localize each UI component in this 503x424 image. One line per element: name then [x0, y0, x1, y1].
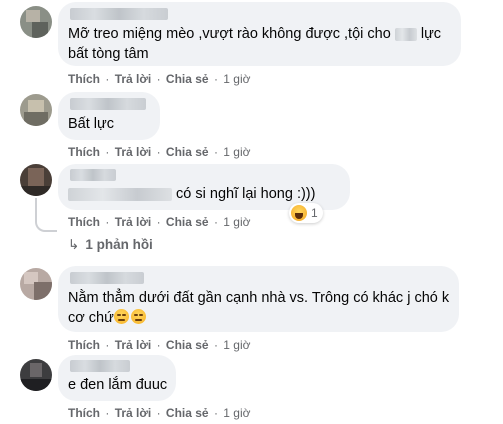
comment-actions: Thích · Trả lời · Chia sẻ · 1 giờ: [68, 72, 251, 86]
avatar[interactable]: [20, 359, 52, 391]
share-link[interactable]: Chia sẻ: [166, 72, 209, 86]
reply-link[interactable]: Trả lời: [115, 406, 152, 420]
reply-link[interactable]: Trả lời: [115, 145, 152, 159]
comment-text: e đen lắm đuuc: [68, 377, 168, 393]
timestamp[interactable]: 1 giờ: [223, 72, 250, 86]
reply-link[interactable]: Trả lời: [115, 215, 152, 229]
expressionless-emoji-icon: [113, 309, 129, 324]
avatar[interactable]: [20, 94, 52, 126]
comment-text-line2: cơ chứ: [68, 308, 146, 329]
like-link[interactable]: Thích: [68, 72, 100, 86]
commenter-name[interactable]: [70, 272, 144, 284]
comment-actions: Thích · Trả lời · Chia sẻ · 1 giờ: [68, 145, 251, 159]
reaction-badge[interactable]: 1: [289, 203, 323, 223]
comment-bubble: e đen lắm đuuc: [58, 355, 176, 401]
comment-text: Nằm thẳm dưới đất gần cạnh nhà vs. Trông…: [68, 290, 450, 306]
share-link[interactable]: Chia sẻ: [166, 338, 209, 352]
share-link[interactable]: Chia sẻ: [166, 215, 209, 229]
expressionless-emoji-icon: [130, 309, 146, 324]
avatar[interactable]: [20, 164, 52, 196]
mention-blur: [68, 187, 172, 201]
reply-arrow-icon: ↳: [68, 237, 80, 252]
avatar[interactable]: [20, 268, 52, 300]
comment-bubble: Nằm thẳm dưới đất gần cạnh nhà vs. Trông…: [58, 266, 459, 332]
comment-text: có si nghĩ lại hong :))): [68, 184, 315, 205]
commenter-name[interactable]: [70, 98, 146, 110]
commenter-name[interactable]: [70, 360, 130, 372]
like-link[interactable]: Thích: [68, 145, 100, 159]
reply-thread-line: [35, 198, 57, 232]
share-link[interactable]: Chia sẻ: [166, 145, 209, 159]
like-link[interactable]: Thích: [68, 215, 100, 229]
timestamp[interactable]: 1 giờ: [223, 406, 250, 420]
comment-text: Bất lực: [68, 116, 114, 132]
reply-link[interactable]: Trả lời: [115, 338, 152, 352]
reply-link[interactable]: Trả lời: [115, 72, 152, 86]
timestamp[interactable]: 1 giờ: [223, 145, 250, 159]
comment-actions: Thích · Trả lời · Chia sẻ · 1 giờ: [68, 215, 251, 229]
share-link[interactable]: Chia sẻ: [166, 406, 209, 420]
avatar[interactable]: [20, 6, 52, 38]
comment-actions: Thích · Trả lời · Chia sẻ · 1 giờ: [68, 406, 251, 420]
reaction-count: 1: [311, 206, 318, 220]
timestamp[interactable]: 1 giờ: [223, 338, 250, 352]
haha-reaction-icon: [291, 205, 307, 221]
timestamp[interactable]: 1 giờ: [223, 215, 250, 229]
view-replies-link[interactable]: ↳ 1 phản hồi: [68, 237, 153, 253]
comment-text-line2: bất tòng tâm: [68, 46, 149, 62]
comment-bubble: Bất lực: [58, 92, 160, 140]
comment-text: Mỡ treo miệng mèo ,vượt rào không được ,…: [68, 26, 442, 42]
like-link[interactable]: Thích: [68, 406, 100, 420]
comment-actions: Thích · Trả lời · Chia sẻ · 1 giờ: [68, 338, 251, 352]
commenter-name[interactable]: [70, 8, 168, 20]
like-link[interactable]: Thích: [68, 338, 100, 352]
commenter-name[interactable]: [70, 169, 116, 181]
comment-bubble: Mỡ treo miệng mèo ,vượt rào không được ,…: [58, 2, 461, 66]
